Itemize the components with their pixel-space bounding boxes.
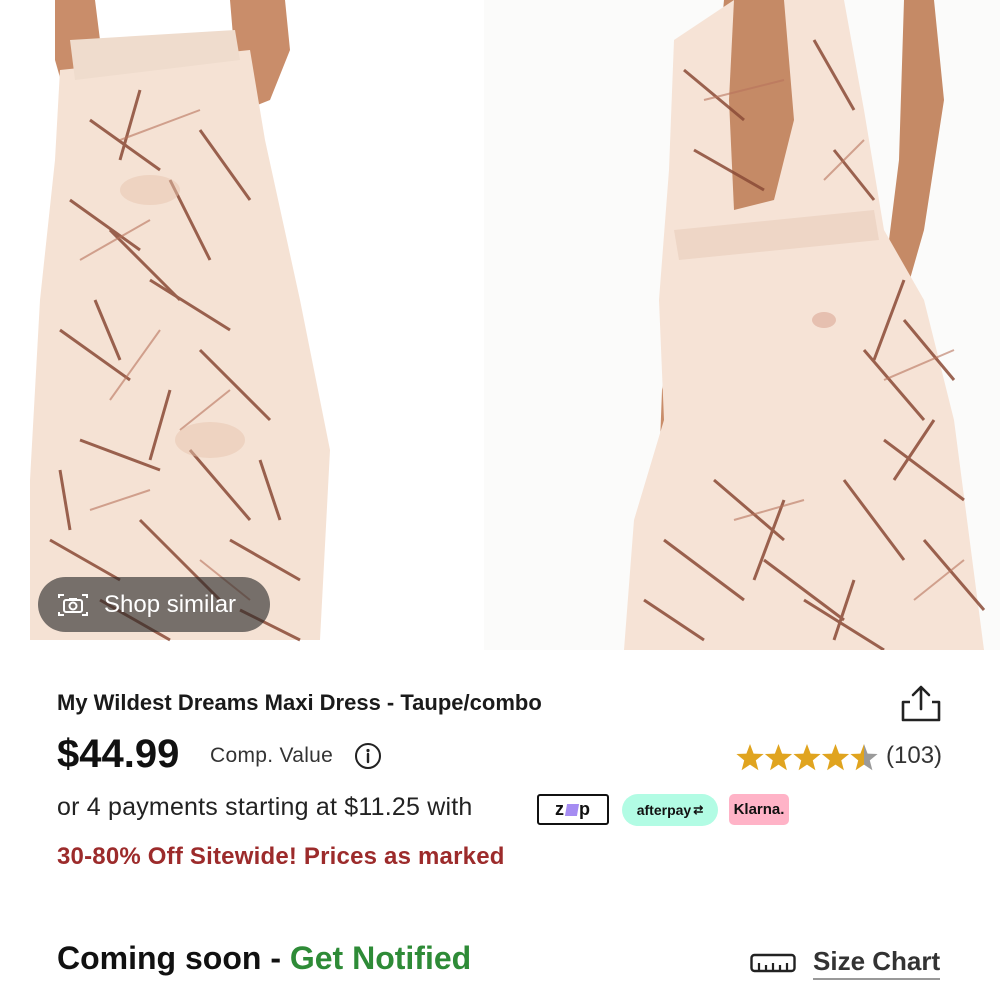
camera-icon	[58, 593, 88, 616]
share-icon[interactable]	[900, 683, 942, 723]
rating-stars[interactable]	[736, 740, 878, 774]
installment-text: or 4 payments starting at $11.25 with	[57, 793, 473, 821]
klarna-badge[interactable]: Klarna.	[729, 794, 789, 825]
availability-status: Coming soon	[57, 940, 262, 976]
promo-banner: 30-80% Off Sitewide! Prices as marked	[57, 843, 505, 870]
star-icon	[764, 744, 793, 771]
comp-value-label: Comp. Value	[210, 744, 334, 767]
availability: Coming soon - Get Notified	[57, 940, 471, 977]
shop-similar-button[interactable]: Shop similar	[38, 577, 270, 632]
product-photo-side-view[interactable]	[484, 0, 1000, 650]
size-chart-link[interactable]: Size Chart	[813, 946, 941, 980]
zip-badge[interactable]: zp	[537, 794, 609, 825]
product-title: My Wildest Dreams Maxi Dress - Taupe/com…	[57, 690, 542, 715]
product-photo-back-view[interactable]	[0, 0, 484, 650]
get-notified-link[interactable]: Get Notified	[290, 940, 471, 976]
review-count[interactable]: (103)	[886, 742, 942, 770]
shop-similar-label: Shop similar	[104, 590, 237, 618]
availability-separator: -	[261, 940, 290, 976]
afterpay-badge[interactable]: afterpay ⇄	[622, 794, 718, 826]
afterpay-arrows-icon: ⇄	[693, 803, 704, 817]
info-icon[interactable]	[354, 742, 382, 770]
ruler-icon	[750, 953, 796, 973]
star-icon	[793, 744, 821, 771]
star-icon	[850, 744, 878, 771]
product-details: My Wildest Dreams Maxi Dress - Taupe/com…	[0, 650, 1000, 1000]
star-icon	[736, 744, 764, 771]
product-price: $44.99	[57, 732, 180, 776]
product-gallery[interactable]: Shop similar	[0, 0, 1000, 650]
star-icon	[821, 744, 850, 771]
